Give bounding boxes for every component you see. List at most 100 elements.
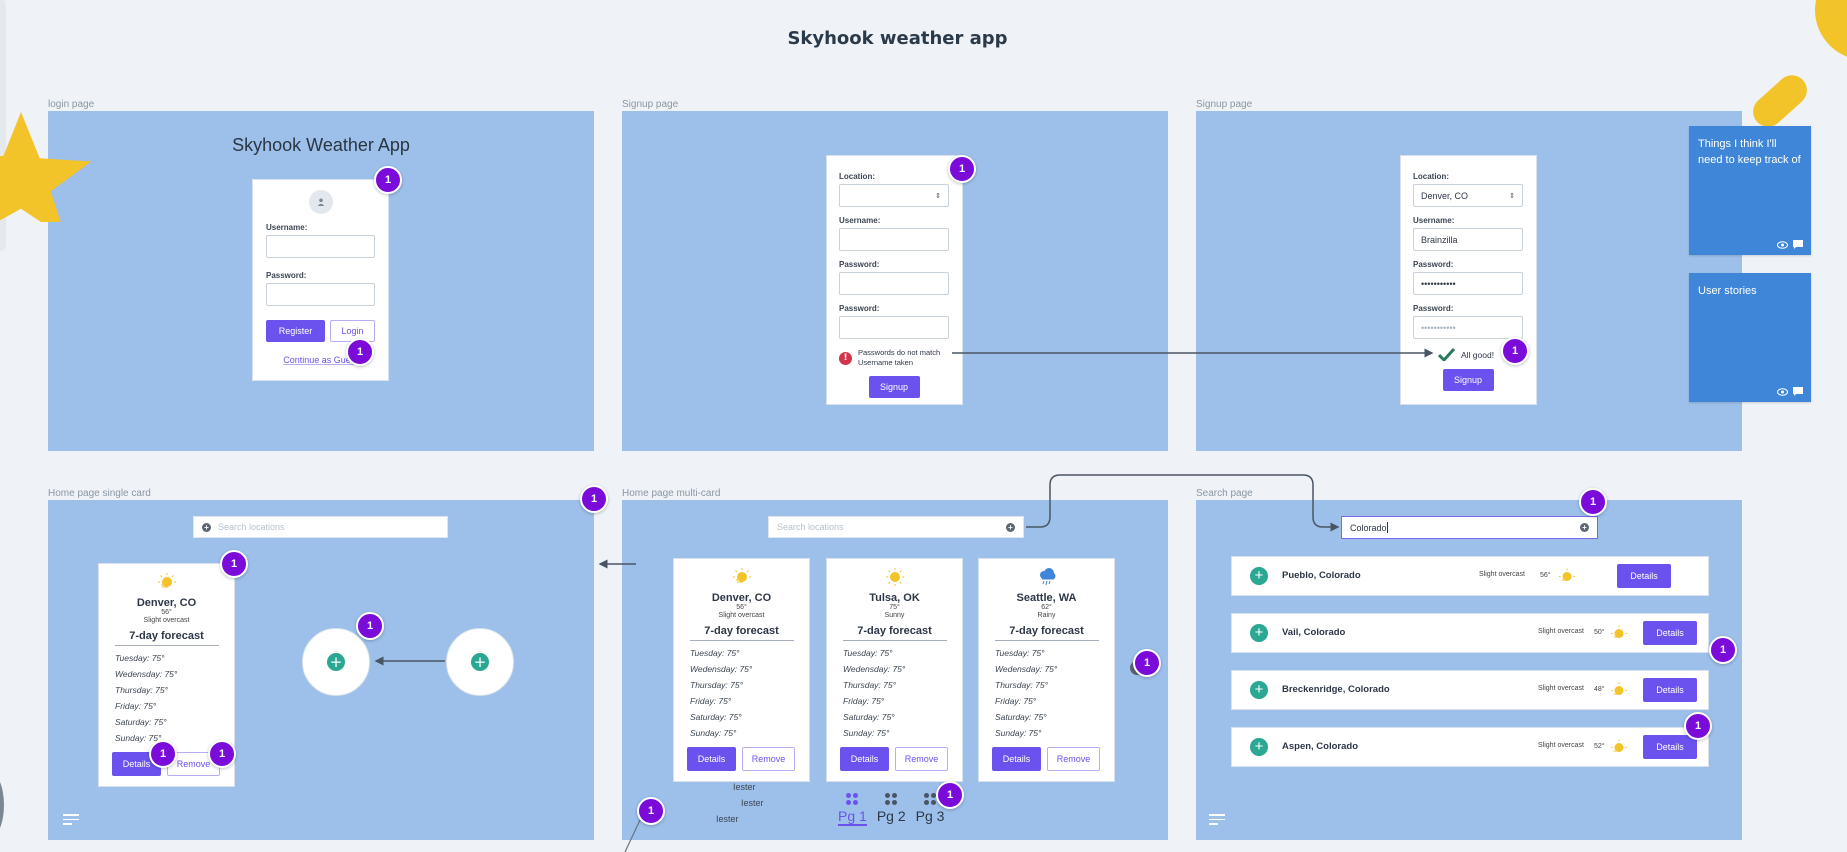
details-button[interactable]: Details bbox=[1643, 678, 1697, 702]
add-location-fab[interactable]: + bbox=[446, 628, 514, 696]
details-button[interactable]: Details bbox=[992, 747, 1041, 771]
comment-badge[interactable]: 1 bbox=[637, 797, 665, 825]
search-result-row[interactable]: + Breckenridge, Colorado Slight overcast… bbox=[1231, 670, 1709, 710]
frame-label-home-single: Home page single card bbox=[48, 488, 151, 499]
board-title: Skyhook weather app bbox=[787, 28, 1008, 49]
remove-button[interactable]: Remove bbox=[1047, 747, 1100, 771]
hamburger-menu-icon[interactable] bbox=[63, 814, 79, 828]
forecast-title: 7-day forecast bbox=[994, 625, 1099, 641]
details-button[interactable]: Details bbox=[1643, 735, 1697, 759]
password-label: Password: bbox=[1413, 260, 1454, 269]
comment-badge[interactable]: 1 bbox=[208, 740, 236, 768]
plus-icon: + bbox=[327, 653, 345, 671]
search-input[interactable]: Search locations + bbox=[768, 516, 1024, 538]
result-name: Vail, Colorado bbox=[1282, 627, 1346, 638]
partly-sunny-icon bbox=[1610, 625, 1628, 638]
location-value: Denver, CO bbox=[1421, 190, 1469, 201]
city-name: Denver, CO bbox=[711, 592, 772, 604]
comment-badge[interactable]: 1 bbox=[149, 740, 177, 768]
frame-signup-error[interactable]: Location: ⇕ Username: Password: Password… bbox=[622, 111, 1168, 451]
sunny-icon bbox=[827, 568, 962, 586]
city-name: Tulsa, OK bbox=[869, 592, 920, 604]
frame-signup-success[interactable]: Location: Denver, CO ⇕ Username: Brainzil… bbox=[1196, 111, 1742, 451]
remove-button[interactable]: Remove bbox=[742, 747, 795, 771]
password-input[interactable] bbox=[266, 283, 375, 306]
password-input[interactable] bbox=[839, 272, 949, 295]
grid-dots-icon bbox=[885, 793, 898, 805]
remove-button[interactable]: Remove bbox=[895, 747, 948, 771]
comment-badge[interactable]: 1 bbox=[1579, 488, 1607, 516]
add-location-icon[interactable]: + bbox=[1250, 567, 1268, 585]
search-result-row[interactable]: + Pueblo, Colorado Slight overcast 56° D… bbox=[1231, 556, 1709, 596]
page-tab-1[interactable]: Pg 1 bbox=[838, 793, 867, 826]
forecast-title: 7-day forecast bbox=[842, 625, 947, 641]
add-location-icon[interactable]: + bbox=[1250, 681, 1268, 699]
comment-badge[interactable]: 1 bbox=[1684, 712, 1712, 740]
add-location-fab[interactable]: + bbox=[302, 628, 370, 696]
frame-login-page[interactable]: Skyhook Weather App Username: Password: … bbox=[48, 111, 594, 451]
details-button[interactable]: Details bbox=[687, 747, 736, 771]
signup-card: Location: ⇕ Username: Password: Password… bbox=[826, 155, 963, 405]
add-location-icon[interactable]: + bbox=[1250, 624, 1268, 642]
add-location-icon[interactable]: + bbox=[1250, 738, 1268, 756]
sticky-note[interactable]: Things I think I'll need to keep track o… bbox=[1689, 126, 1811, 255]
frame-search-page[interactable]: Colorado + 1 + Pueblo, Colorado Slight o… bbox=[1196, 488, 1742, 840]
username-label: Username: bbox=[1413, 216, 1455, 225]
hamburger-menu-icon[interactable] bbox=[1209, 814, 1225, 828]
forecast-day: Friday: 75° bbox=[690, 696, 732, 706]
username-input[interactable]: Brainzilla bbox=[1413, 228, 1523, 251]
error-message: Username taken bbox=[858, 358, 914, 367]
forecast-day: Thursday: 75° bbox=[690, 680, 744, 690]
search-input[interactable]: + Search locations bbox=[193, 516, 448, 538]
result-name: Breckenridge, Colorado bbox=[1282, 684, 1390, 695]
page-tab-2[interactable]: Pg 2 bbox=[877, 793, 906, 826]
page-label: Pg 2 bbox=[876, 808, 906, 824]
partly-sunny-icon bbox=[674, 568, 809, 586]
partly-sunny-icon bbox=[1610, 739, 1628, 752]
location-select[interactable]: Denver, CO ⇕ bbox=[1413, 184, 1523, 207]
location-select[interactable]: ⇕ bbox=[839, 184, 949, 207]
username-input[interactable] bbox=[266, 235, 375, 258]
comment-badge[interactable]: 1 bbox=[580, 485, 608, 513]
avatar bbox=[308, 190, 333, 214]
comment-badge[interactable]: 1 bbox=[374, 166, 402, 194]
confirm-password-input[interactable] bbox=[839, 316, 949, 339]
sticky-note[interactable]: User stories bbox=[1689, 273, 1811, 402]
register-button[interactable]: Register bbox=[266, 320, 325, 342]
text-cursor bbox=[1386, 522, 1388, 533]
comment-badge[interactable]: 1 bbox=[948, 155, 976, 183]
details-button[interactable]: Details bbox=[840, 747, 889, 771]
error-icon: ! bbox=[839, 351, 852, 365]
current-temp: 75° bbox=[889, 604, 900, 611]
username-input[interactable] bbox=[839, 228, 949, 251]
search-result-row[interactable]: + Aspen, Colorado Slight overcast 52° De… bbox=[1231, 727, 1709, 767]
result-temp: 48° bbox=[1594, 686, 1605, 693]
weather-card: Tulsa, OK 75° Sunny 7-day forecast Tuesd… bbox=[826, 558, 963, 782]
signup-button[interactable]: Signup bbox=[1442, 369, 1494, 391]
signup-card: Location: Denver, CO ⇕ Username: Brainzil… bbox=[1400, 155, 1537, 405]
frame-home-multi-card[interactable]: Search locations + Denver, CO 56° Slight… bbox=[622, 500, 1168, 840]
search-input[interactable]: Colorado + bbox=[1341, 516, 1598, 539]
details-button[interactable]: Details bbox=[1643, 621, 1697, 645]
comment-badge[interactable]: 1 bbox=[220, 550, 248, 578]
comment-badge[interactable]: 1 bbox=[356, 612, 384, 640]
result-temp: 56° bbox=[1540, 572, 1551, 579]
comment-badge[interactable]: 1 bbox=[1133, 649, 1161, 677]
forecast-day: Friday: 75° bbox=[115, 701, 157, 711]
password-input[interactable]: ••••••••••• bbox=[1413, 272, 1523, 295]
comment-badge[interactable]: 1 bbox=[1501, 337, 1529, 365]
current-temp: 56° bbox=[161, 609, 172, 616]
search-result-row[interactable]: + Vail, Colorado Slight overcast 50° Det… bbox=[1231, 613, 1709, 653]
frame-home-single-card[interactable]: + Search locations Denver, CO 56° Slight… bbox=[48, 500, 594, 840]
location-label: Location: bbox=[839, 172, 875, 181]
sticky-note-text: Things I think I'll need to keep track o… bbox=[1698, 138, 1801, 166]
signup-button[interactable]: Signup bbox=[868, 376, 920, 398]
details-button[interactable]: Details bbox=[1617, 564, 1671, 588]
user-icon bbox=[317, 198, 324, 206]
confirm-password-input[interactable]: ••••••••••• bbox=[1413, 316, 1523, 339]
comment-badge[interactable]: 1 bbox=[1709, 636, 1737, 664]
decorative-pill-shape bbox=[1746, 69, 1814, 133]
comment-badge[interactable]: 1 bbox=[936, 781, 964, 809]
comment-badge[interactable]: 1 bbox=[346, 338, 374, 366]
forecast-day: Thursday: 75° bbox=[115, 685, 169, 695]
